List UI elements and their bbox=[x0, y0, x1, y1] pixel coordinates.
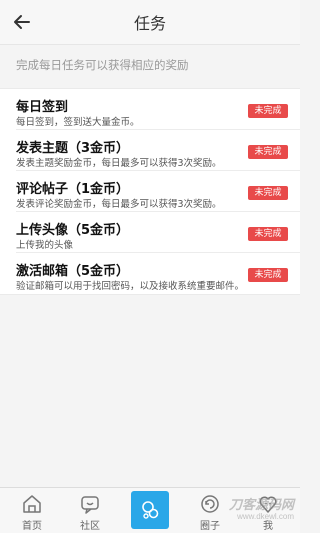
page-title: 任务 bbox=[133, 14, 166, 33]
tab-home-label: 首页 bbox=[22, 521, 42, 532]
back-button[interactable] bbox=[8, 8, 36, 36]
status-badge[interactable]: 未完成 bbox=[248, 104, 288, 118]
center-action-button[interactable] bbox=[131, 491, 169, 529]
tab-circle-label: 圈子 bbox=[200, 521, 220, 532]
task-title: 评论帖子（1金币） bbox=[16, 182, 130, 197]
task-description: 发表主题奖励金币，每日最多可以获得3次奖励。 bbox=[16, 158, 222, 169]
tab-community[interactable]: 社区 bbox=[60, 488, 120, 533]
refresh-circle-icon bbox=[201, 495, 219, 513]
bubbles-icon bbox=[142, 501, 159, 519]
status-badge[interactable]: 未完成 bbox=[248, 145, 288, 159]
status-badge[interactable]: 未完成 bbox=[248, 227, 288, 241]
task-description: 每日签到，签到送大量金币。 bbox=[16, 117, 140, 128]
status-badge[interactable]: 未完成 bbox=[248, 268, 288, 282]
task-item-activate-email[interactable]: 激活邮箱（5金币） 验证邮箱可以用于找回密码，以及接收系统重要邮件。 未完成 bbox=[16, 253, 300, 294]
top-bar: 任务 bbox=[0, 0, 300, 44]
site-watermark: 刀客源码网 www.dkewl.com bbox=[228, 497, 294, 523]
tab-community-label: 社区 bbox=[80, 521, 100, 532]
watermark-text: 刀客源码网 bbox=[228, 497, 294, 512]
task-item-daily-checkin[interactable]: 每日签到 每日签到，签到送大量金币。 未完成 bbox=[16, 89, 300, 130]
task-notice: 完成每日任务可以获得相应的奖励 bbox=[0, 44, 300, 84]
task-title: 发表主题（3金币） bbox=[16, 141, 130, 156]
task-item-comment[interactable]: 评论帖子（1金币） 发表评论奖励金币，每日最多可以获得3次奖励。 未完成 bbox=[16, 171, 300, 212]
arrow-left-icon bbox=[14, 15, 30, 29]
task-list: 每日签到 每日签到，签到送大量金币。 未完成 发表主题（3金币） 发表主题奖励金… bbox=[0, 88, 300, 295]
status-badge[interactable]: 未完成 bbox=[248, 186, 288, 200]
chat-bubble-icon bbox=[81, 496, 99, 514]
task-description: 上传我的头像 bbox=[16, 240, 74, 251]
home-icon bbox=[23, 495, 41, 513]
task-item-upload-avatar[interactable]: 上传头像（5金币） 上传我的头像 未完成 bbox=[16, 212, 300, 253]
task-description: 发表评论奖励金币，每日最多可以获得3次奖励。 bbox=[16, 199, 222, 210]
tab-home[interactable]: 首页 bbox=[2, 488, 62, 533]
task-title: 激活邮箱（5金币） bbox=[16, 264, 130, 279]
task-description: 验证邮箱可以用于找回密码，以及接收系统重要邮件。 bbox=[16, 281, 245, 292]
task-title: 每日签到 bbox=[16, 100, 69, 115]
task-item-post-topic[interactable]: 发表主题（3金币） 发表主题奖励金币，每日最多可以获得3次奖励。 未完成 bbox=[16, 130, 300, 171]
watermark-url: www.dkewl.com bbox=[237, 512, 294, 521]
task-title: 上传头像（5金币） bbox=[16, 223, 130, 238]
